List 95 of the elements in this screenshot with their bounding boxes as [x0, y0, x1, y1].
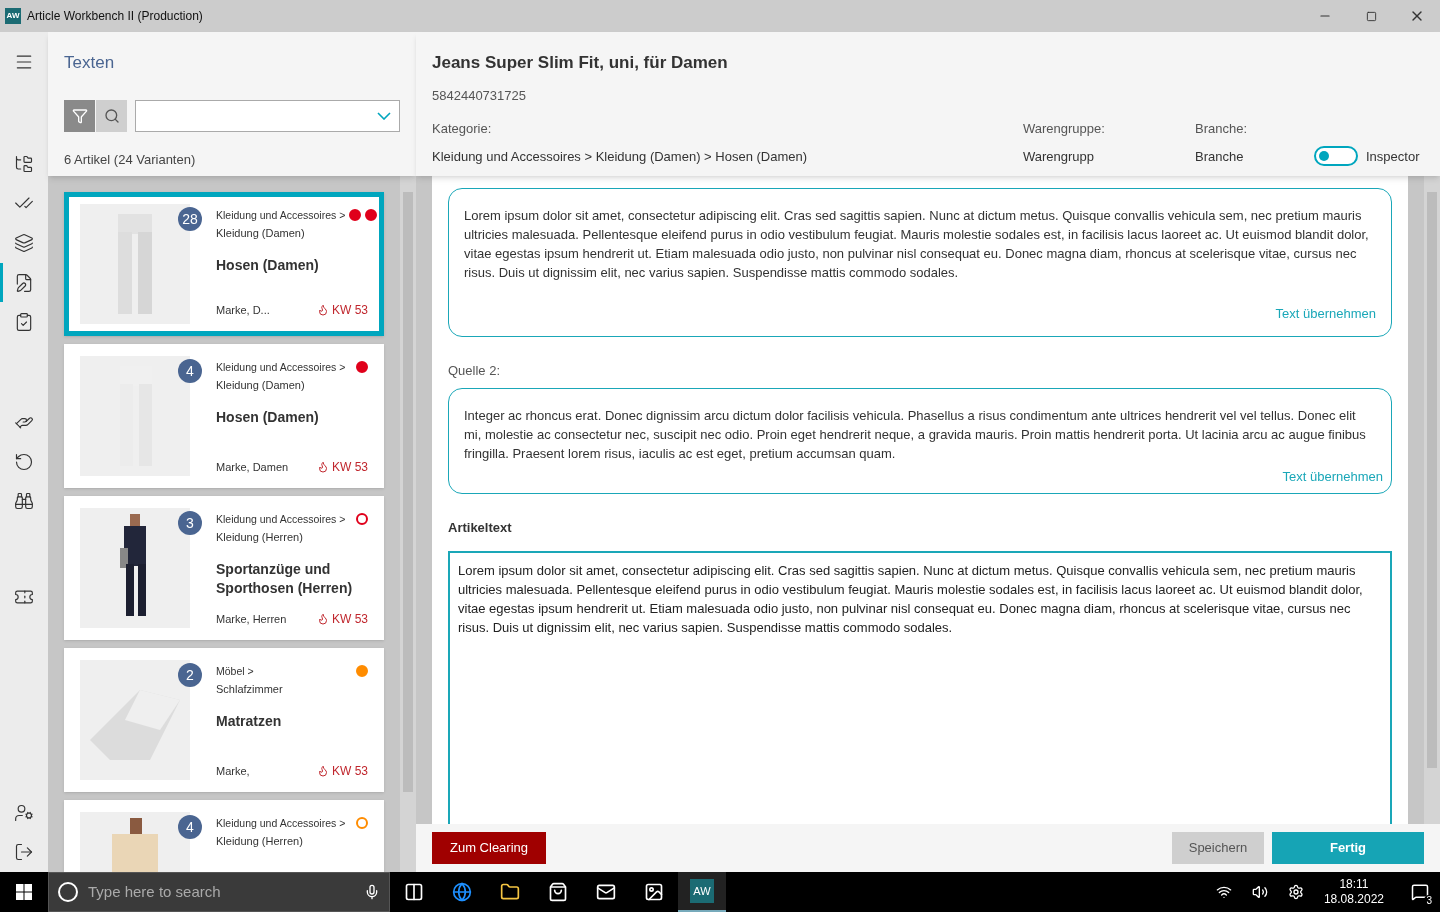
- user-settings-icon: [14, 802, 34, 823]
- folder-icon: [500, 882, 520, 902]
- app-logo: AW: [690, 879, 714, 903]
- message-icon: [1411, 883, 1429, 901]
- category-path: Kleidung und Accessoires >: [216, 816, 346, 831]
- count-badge: 4: [178, 359, 202, 383]
- category-path: Kleidung und Accessoires >: [216, 360, 346, 375]
- subcategory-text: Kleidung (Damen): [216, 378, 306, 393]
- logout-icon: [14, 842, 34, 863]
- image-icon: [644, 882, 664, 902]
- section-heading: Artikeltext: [448, 518, 513, 537]
- source-text: Integer ac rhoncus erat. Donec dignissim arcu dictum dolor facilisis vehicula. Phasellus a risus condimentum ante ultrices hendrerit vel vel tellus. Donec elit mi, molestie ac consectetur nec, suscipit nec odio. Proin eget hendrerit neque, a gravida mauris. Proin mattis hendrerit porta. Ut lacinia arcu ac augue finibus fringilla. Praesent lorem risus, iaculis ac est eget, pretium accumsan quam.: [464, 407, 1367, 463]
- clipboard-check-icon: [14, 312, 34, 333]
- subcategory-text: Kleidung (Damen): [216, 226, 306, 241]
- chevron-down-icon: [377, 111, 391, 120]
- save-button[interactable]: Speichern: [1172, 832, 1264, 864]
- layers-icon: [14, 232, 34, 253]
- microphone-icon: [364, 884, 380, 900]
- article-card[interactable]: 28 Kleidung und Accessoires > Kleidung (Damen) Hosen (Damen) Marke, D... KW 53: [64, 192, 384, 336]
- brand-text: Marke, D...: [216, 302, 270, 318]
- flame-icon: [317, 765, 329, 777]
- category-path: Kleidung und Accessoires >: [216, 208, 346, 223]
- clock-time: 18:11: [1339, 877, 1369, 892]
- article-card[interactable]: 4 Kleidung und Accessoires > Kleidung (Damen) Hosen (Damen) Marke, Damen KW 53: [64, 344, 384, 488]
- article-title: Jeans Super Slim Fit, uni, für Damen: [432, 52, 729, 74]
- subcategory-text: Schlafzimmer: [216, 682, 284, 697]
- mail-icon: [596, 882, 616, 902]
- article-card[interactable]: 4 Kleidung und Accessoires > Kleidung (Herren): [64, 800, 384, 872]
- flame-icon: [317, 461, 329, 473]
- card-title: Hosen (Damen): [216, 408, 320, 427]
- toggle-label: Inspector: [1366, 147, 1420, 166]
- filter-button[interactable]: [64, 99, 95, 132]
- card-title: Sportanzüge und Sporthosen (Herren): [216, 560, 354, 598]
- field-label: Warengruppe:: [1023, 120, 1106, 138]
- category-value: Kleidung und Accessoires > Kleidung (Damen) > Hosen (Damen): [432, 147, 809, 166]
- inspector-toggle[interactable]: [1314, 146, 1358, 166]
- search-input[interactable]: Type here to search: [88, 880, 354, 904]
- count-badge: 2: [178, 663, 202, 687]
- maximize-icon: [1365, 10, 1377, 22]
- flame-icon: [317, 613, 329, 625]
- settings-icon[interactable]: [1287, 884, 1304, 900]
- notification-count: 3: [1424, 895, 1434, 906]
- filter-icon: [71, 107, 88, 124]
- source-label: Quelle 2:: [448, 361, 502, 380]
- count-badge: 28: [178, 207, 202, 231]
- category-path: Möbel >: [216, 664, 254, 679]
- card-title: Matratzen: [216, 712, 283, 731]
- taskbar-search-field[interactable]: Type here to search: [48, 872, 390, 912]
- cortana-icon: [58, 882, 78, 902]
- clock[interactable]: 18:11 18.08.2022: [1323, 877, 1384, 907]
- week-text: KW 53: [332, 302, 368, 319]
- window-title: Article Workbench II (Production): [27, 8, 203, 25]
- group-value: Warengrupp: [1023, 147, 1096, 166]
- taskbar-app-button[interactable]: AW: [678, 872, 726, 912]
- volume-icon[interactable]: [1251, 884, 1268, 900]
- week-text: KW 53: [332, 459, 368, 476]
- shopping-bag-icon: [548, 882, 568, 902]
- edit-document-icon: [14, 272, 34, 293]
- scrollbar[interactable]: [1424, 176, 1440, 824]
- brand-text: Marke, Herren: [216, 611, 287, 627]
- subcategory-text: Kleidung (Herren): [216, 530, 304, 545]
- binoculars-icon: [14, 491, 34, 512]
- panel-title: Texten: [64, 52, 116, 74]
- source-text: Lorem ipsum dolor sit amet, consectetur adipiscing elit. Cras sed sagittis sapien. Nunc at dictum metus. Quisque convallis vehicula sem, nec pretium mauris ultricies malesuada. Pellentesque eleifend purus in odio vestibulum feugiat. Mauris molestie sodales est, in facilisis lacus laoreet ac. Ut euismod blandit dolor, vitae egestas ipsum hendrerit ut. Etiam malesuada odio justo, non pulvinar nisl consequat eu. Donec magna diam, rhoncus at scelerisque vitae, cursus nec risus. Duis ut dignissim elit, nec varius sapien. Suspendisse mattis commodo sodales.: [464, 207, 1370, 282]
- search-button[interactable]: [96, 99, 127, 132]
- app-logo: AW: [5, 8, 21, 24]
- field-label: Kategorie:: [432, 120, 493, 138]
- subcategory-text: Kleidung (Herren): [216, 834, 304, 849]
- search-icon: [103, 107, 120, 124]
- field-label: Branche:: [1195, 120, 1249, 138]
- article-number: 5842440731725: [432, 86, 527, 105]
- network-icon[interactable]: [1215, 884, 1232, 900]
- article-text-field[interactable]: Lorem ipsum dolor sit amet, consectetur adipiscing elit. Cras sed sagittis sapien. Nunc at dictum metus. Quisque convallis vehicula sem, nec pretium mauris ultricies malesuada. Pellentesque eleifend purus in odio vestibulum feugiat. Mauris molestie sodales est, in facilisis lacus laoreet ac. Ut euismod blandit dolor, vitae egestas ipsum hendrerit ut. Etiam malesuada odio justo, non pulvinar nisl consequat eu. Donec magna diam, rhoncus at scelerisque vitae, cursus nec risus. Duis ut dignissim elit, nec varius sapien. Suspendisse mattis commodo sodales.: [448, 551, 1392, 824]
- article-count: 6 Artikel (24 Varianten): [64, 150, 197, 169]
- article-card[interactable]: 3 Kleidung und Accessoires > Kleidung (Herren) Sportanzüge und Sporthosen (Herren) Marke, Herren KW 53: [64, 496, 384, 640]
- brand-text: Marke,: [216, 763, 250, 779]
- week-text: KW 53: [332, 763, 368, 780]
- windows-icon: [16, 884, 32, 900]
- notification-button[interactable]: 3: [1400, 872, 1440, 912]
- article-card[interactable]: 2 Möbel > Schlafzimmer Matratzen Marke, KW 53: [64, 648, 384, 792]
- clock-date: 18.08.2022: [1323, 892, 1384, 907]
- brand-text: Marke, Damen: [216, 459, 289, 475]
- category-path: Kleidung und Accessoires >: [216, 512, 346, 527]
- card-title: Hosen (Damen): [216, 256, 320, 275]
- folder-tree-icon: [14, 153, 34, 174]
- clearing-button[interactable]: Zum Clearing: [432, 832, 547, 864]
- count-badge: 4: [178, 815, 202, 839]
- globe-icon: [452, 882, 472, 902]
- count-badge: 3: [178, 511, 202, 535]
- flame-icon: [317, 304, 329, 316]
- scrollbar[interactable]: [400, 176, 416, 872]
- week-text: KW 53: [332, 611, 368, 628]
- task-view-icon: [404, 882, 424, 902]
- branch-value: Branche: [1195, 147, 1245, 166]
- undo-icon: [14, 451, 34, 472]
